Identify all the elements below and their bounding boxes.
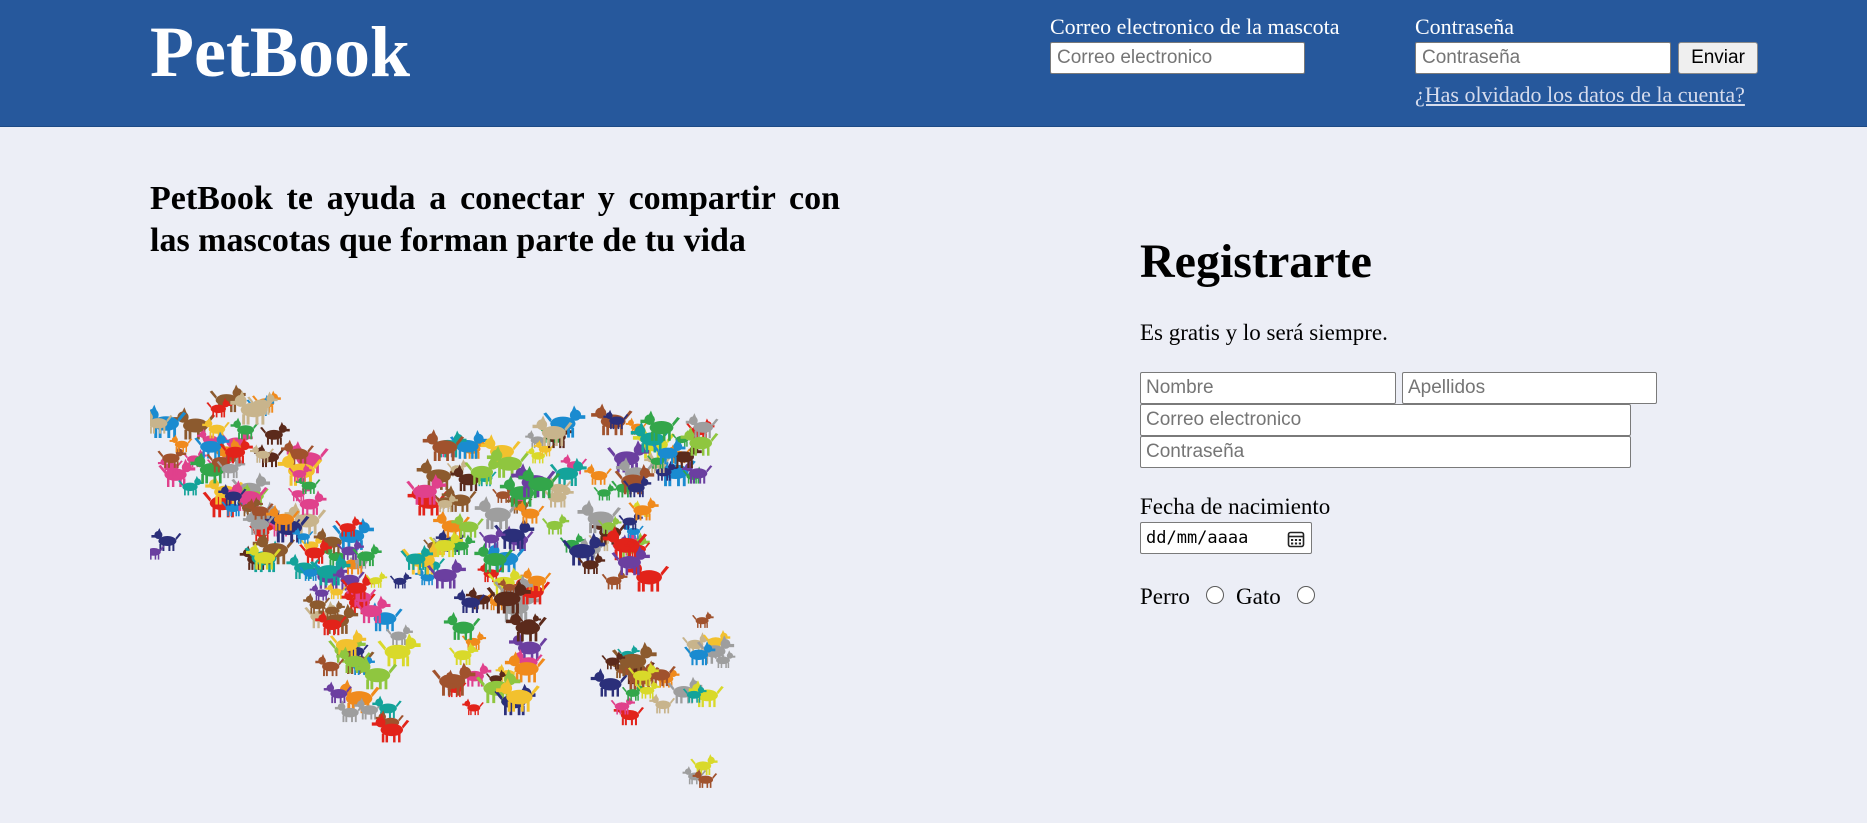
tagline: PetBook te ayuda a conectar y compartir … xyxy=(150,180,840,259)
last-name-input[interactable] xyxy=(1402,372,1657,404)
login-email-label: Correo electronico de la mascota xyxy=(1050,14,1340,39)
birth-date-input[interactable]: dd/mm/aaaa xyxy=(1140,522,1312,554)
dog-silhouette-93 xyxy=(389,571,412,589)
dog-silhouette-221 xyxy=(628,497,659,521)
register-subtitle: Es gratis y lo será siempre. xyxy=(1140,320,1388,345)
dog-silhouette-29 xyxy=(260,421,290,445)
register-title: Registrarte xyxy=(1140,235,1372,288)
cat-radio[interactable] xyxy=(1297,586,1315,604)
dog-silhouette-102 xyxy=(372,695,402,719)
register-email-input[interactable] xyxy=(1140,404,1631,436)
top-bar: PetBook Correo electronico de la mascota… xyxy=(0,0,1867,127)
world-map-of-dogs-illustration xyxy=(150,384,736,788)
dog-option-label: Perro xyxy=(1140,584,1190,609)
birth-date-placeholder: dd/mm/aaaa xyxy=(1146,528,1249,548)
dog-radio[interactable] xyxy=(1206,586,1224,604)
dog-silhouette-189 xyxy=(584,463,612,485)
dog-silhouette-155 xyxy=(443,611,481,640)
first-name-input[interactable] xyxy=(1140,372,1396,404)
dog-silhouette-262 xyxy=(151,528,182,551)
dog-silhouette-216 xyxy=(541,513,570,535)
forgot-account-link[interactable]: ¿Has olvidado los datos de la cuenta? xyxy=(1415,82,1745,108)
site-logo[interactable]: PetBook xyxy=(150,8,410,96)
calendar-icon[interactable] xyxy=(1287,530,1305,548)
login-submit-button[interactable]: Enviar xyxy=(1678,42,1758,74)
dog-silhouette-226 xyxy=(593,483,616,501)
dog-silhouette-229 xyxy=(601,569,628,590)
dog-silhouette-239 xyxy=(692,611,714,628)
cat-option-label: Gato xyxy=(1236,584,1281,609)
register-password-input[interactable] xyxy=(1140,436,1631,468)
birth-date-label: Fecha de nacimiento xyxy=(1140,494,1331,519)
login-email-input[interactable] xyxy=(1050,42,1305,74)
login-password-input[interactable] xyxy=(1415,42,1671,74)
login-password-label: Contraseña xyxy=(1415,14,1514,39)
dog-silhouette-169 xyxy=(462,698,484,716)
